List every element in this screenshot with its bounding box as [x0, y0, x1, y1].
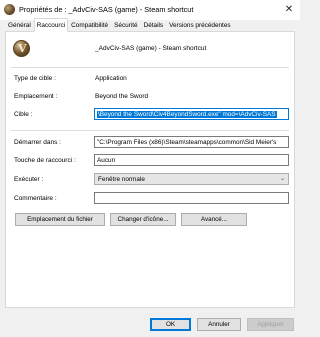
window-title: Propriétés de : _AdvCiv-SAS (game) - Ste…: [19, 5, 194, 14]
shortcut-name: _AdvCiv-SAS (game) - Steam shortcut: [95, 45, 207, 52]
run-label: Exécuter :: [14, 176, 44, 183]
comment-label: Commentaire :: [14, 195, 57, 202]
open-file-location-button[interactable]: Emplacement du fichier: [15, 213, 105, 226]
hotkey-label: Touche de raccourci :: [14, 157, 76, 164]
chevron-down-icon: ⌄: [279, 176, 285, 182]
advanced-button[interactable]: Avancé...: [181, 213, 247, 226]
start-in-label: Démarrer dans :: [14, 139, 61, 146]
target-input[interactable]: \Beyond the Sword\Civ4BeyondSword.exe" m…: [94, 108, 289, 120]
hotkey-input[interactable]: Aucun: [94, 154, 289, 166]
hotkey-input-text: Aucun: [97, 157, 116, 164]
start-in-input-text: "C:\Program Files (x86)\Steam\steamapps\…: [97, 139, 277, 146]
civ-icon: [4, 4, 15, 15]
target-label: Cible :: [14, 111, 33, 118]
location-value: Beyond the Sword: [95, 93, 149, 100]
change-icon-button[interactable]: Changer d'icône...: [110, 213, 176, 226]
comment-input[interactable]: [94, 192, 289, 204]
divider: [11, 130, 289, 131]
shortcut-icon: V: [13, 40, 30, 57]
location-label: Emplacement :: [14, 93, 58, 100]
target-type-value: Application: [95, 75, 127, 82]
title-bar: Propriétés de : _AdvCiv-SAS (game) - Ste…: [0, 0, 300, 20]
apply-button[interactable]: Appliquer: [247, 318, 294, 331]
cancel-button[interactable]: Annuler: [197, 318, 241, 331]
target-type-label: Type de cible :: [14, 75, 56, 82]
run-select[interactable]: Fenêtre normale ⌄: [94, 173, 289, 185]
run-select-value: Fenêtre normale: [98, 176, 145, 183]
shortcut-panel: V _AdvCiv-SAS (game) - Steam shortcut Ty…: [5, 31, 295, 308]
ok-button[interactable]: OK: [150, 318, 191, 331]
close-icon[interactable]: ✕: [278, 0, 300, 20]
divider: [11, 67, 289, 68]
tab-shortcut[interactable]: Raccourci: [33, 18, 69, 32]
start-in-input[interactable]: "C:\Program Files (x86)\Steam\steamapps\…: [94, 136, 289, 148]
target-input-text: \Beyond the Sword\Civ4BeyondSword.exe" m…: [97, 111, 277, 118]
